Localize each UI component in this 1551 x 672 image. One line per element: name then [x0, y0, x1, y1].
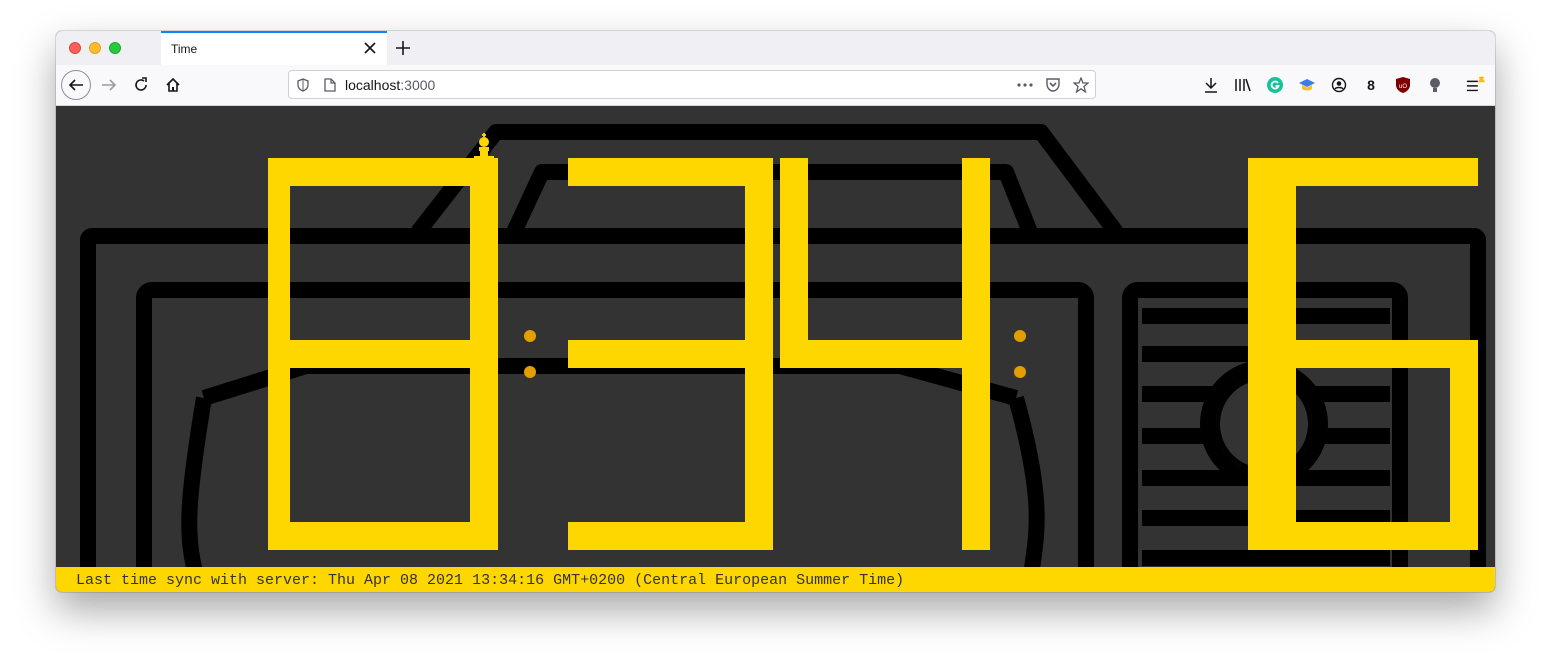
clock-digit-1: [288, 158, 498, 550]
library-icon[interactable]: [1233, 75, 1253, 95]
colon-dot-1: [524, 366, 536, 378]
close-window-button[interactable]: [69, 42, 81, 54]
clock-digit-3: [780, 158, 990, 550]
digit-segment: [288, 522, 498, 550]
digit-segment: [745, 158, 773, 368]
digit-segment: [780, 340, 990, 368]
extension-badge-count[interactable]: 8: [1361, 75, 1381, 95]
digit-segment: [1268, 158, 1296, 368]
tab-time[interactable]: Time: [161, 31, 387, 65]
digit-segment: [288, 158, 498, 186]
back-arrow-icon[interactable]: [61, 70, 91, 100]
address-bar[interactable]: localhost:3000: [288, 70, 1096, 99]
url-text[interactable]: localhost:3000: [345, 77, 435, 93]
shield-icon[interactable]: [294, 76, 312, 94]
minimize-window-button[interactable]: [89, 42, 101, 54]
colon-dot-1: [524, 330, 536, 342]
digit-segment: [780, 158, 808, 368]
navigation-toolbar: localhost:3000 8 uO: [56, 65, 1495, 106]
clock-digit-5: [1268, 158, 1478, 550]
tab-title: Time: [171, 42, 198, 56]
lightbulb-icon[interactable]: [1425, 75, 1445, 95]
digit-segment: [1268, 158, 1478, 186]
browser-window: Time localhost:3000 8 uO Last time sync …: [56, 31, 1495, 592]
svg-text:uO: uO: [1399, 84, 1407, 90]
clock-digit-2: [568, 158, 773, 550]
digit-segment: [1450, 340, 1478, 550]
url-port: :3000: [400, 77, 436, 93]
graduation-cap-icon[interactable]: [1297, 75, 1317, 95]
digit-segment: [962, 340, 990, 550]
home-icon[interactable]: [158, 70, 188, 100]
colon-dot-2: [1014, 366, 1026, 378]
colon-dot-2: [1014, 330, 1026, 342]
grammarly-icon[interactable]: [1265, 75, 1285, 95]
clock-digit-4: [1248, 158, 1270, 550]
digit-segment: [470, 158, 498, 368]
digit-segment: [568, 158, 773, 186]
maximize-window-button[interactable]: [109, 42, 121, 54]
more-actions-icon[interactable]: [1016, 76, 1034, 94]
digit-segment: [1268, 340, 1478, 368]
page-icon: [321, 76, 339, 94]
account-icon[interactable]: [1329, 75, 1349, 95]
clock-page: [56, 106, 1495, 567]
clock-display: [268, 158, 1478, 550]
digit-segment: [568, 522, 773, 550]
ublock-shield-icon[interactable]: uO: [1393, 75, 1413, 95]
clock-digit-0: [268, 158, 290, 550]
tab-strip: Time: [56, 31, 1495, 65]
close-icon[interactable]: [361, 39, 379, 57]
sync-status-bar: Last time sync with server: Thu Apr 08 2…: [56, 567, 1495, 592]
download-icon[interactable]: [1201, 75, 1221, 95]
reload-icon[interactable]: [126, 70, 156, 100]
digit-segment: [1268, 340, 1296, 550]
digit-segment: [962, 158, 990, 368]
forward-arrow-icon[interactable]: [94, 70, 124, 100]
bookmark-star-icon[interactable]: [1072, 76, 1090, 94]
digit-segment: [1268, 522, 1478, 550]
digit-segment: [288, 340, 498, 368]
digit-segment: [470, 340, 498, 550]
pocket-icon[interactable]: [1044, 76, 1062, 94]
hamburger-menu-icon[interactable]: [1466, 75, 1486, 95]
new-tab-icon[interactable]: [393, 38, 413, 58]
url-host: localhost: [345, 77, 401, 93]
digit-segment: [745, 340, 773, 550]
sync-status-text: Last time sync with server: Thu Apr 08 2…: [76, 572, 905, 589]
digit-segment: [568, 340, 773, 368]
